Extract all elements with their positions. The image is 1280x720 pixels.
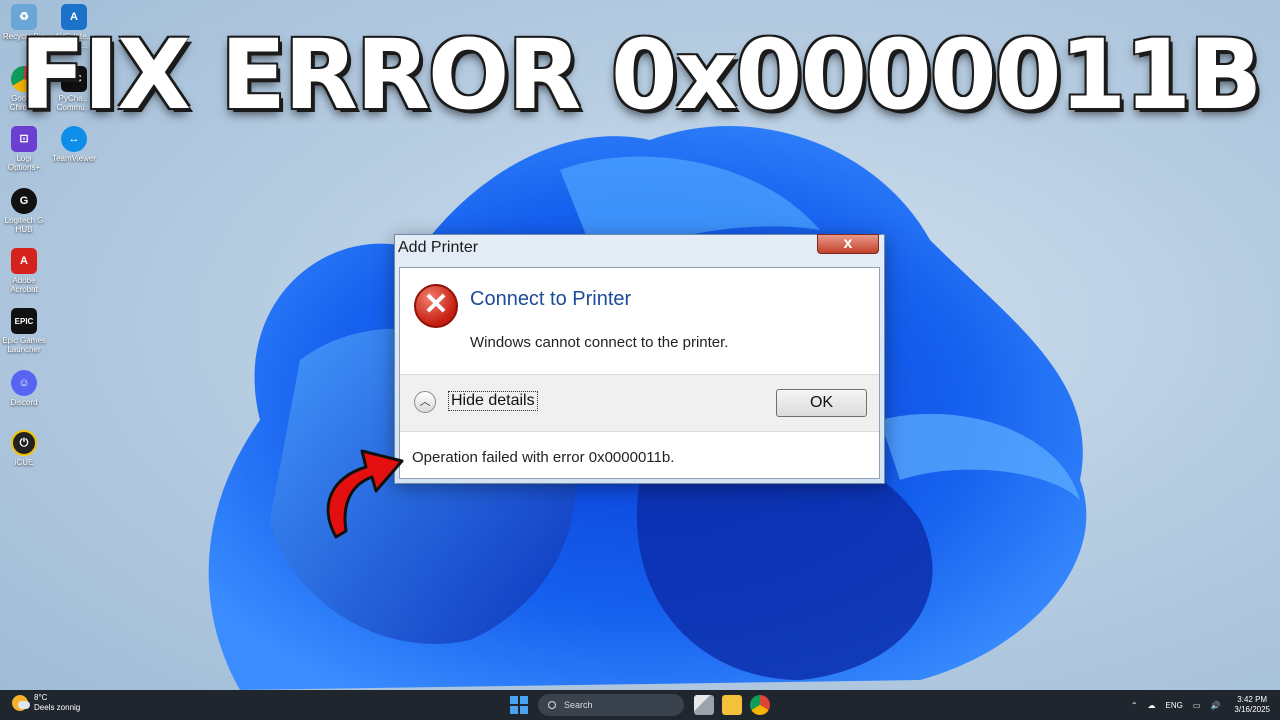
- close-button[interactable]: x: [817, 234, 879, 254]
- desktop-icon-logitech-ghub[interactable]: G Logitech G HUB: [0, 188, 48, 234]
- discord-icon: ☺: [11, 370, 37, 396]
- clock[interactable]: 3:42 PM 3/16/2025: [1234, 695, 1270, 715]
- epic-games-icon: EPIC: [11, 308, 37, 334]
- desktop-icon-teamviewer[interactable]: ↔ TeamViewer: [50, 126, 98, 163]
- chevron-up-icon[interactable]: ︿: [414, 391, 436, 413]
- desktop-icon-discord[interactable]: ☺ Discord: [0, 370, 48, 407]
- search-placeholder: Search: [564, 700, 593, 710]
- taskbar-center: Search: [510, 693, 778, 717]
- error-detail-text: Operation failed with error 0x0000011b.: [412, 449, 675, 466]
- weather-widget[interactable]: 8°C Deels zonnig: [12, 693, 80, 713]
- dialog-heading: Connect to Printer: [470, 288, 632, 310]
- desktop-icon-icue[interactable]: ⏻ iCUE: [0, 430, 48, 467]
- dialog-title: Add Printer: [398, 239, 479, 256]
- hide-details-toggle[interactable]: Hide details: [448, 391, 538, 411]
- icue-icon: ⏻: [11, 430, 37, 456]
- desktop-icon-logi-options[interactable]: ⊡ Logi Options+: [0, 126, 48, 172]
- clock-date: 3/16/2025: [1234, 705, 1270, 714]
- network-icon[interactable]: ▭: [1193, 701, 1201, 710]
- add-printer-dialog: Add Printer x ✕ Connect to Printer Windo…: [394, 234, 885, 484]
- file-explorer-icon[interactable]: [722, 695, 742, 715]
- chevron-up-tray-icon[interactable]: ⌃: [1131, 701, 1138, 710]
- desktop-icon-acrobat[interactable]: A Adobe Acrobat: [0, 248, 48, 294]
- acrobat-icon: A: [11, 248, 37, 274]
- weather-temp: 8°C: [34, 693, 48, 702]
- system-tray: ⌃ ☁ ENG ▭ 🔊 3:42 PM 3/16/2025: [1121, 690, 1270, 720]
- windows-start-icon[interactable]: [510, 696, 528, 714]
- desktop-icon-epic-games[interactable]: EPIC Epic Games Launcher: [0, 308, 48, 354]
- clock-time: 3:42 PM: [1237, 695, 1268, 704]
- dialog-message: Windows cannot connect to the printer.: [470, 334, 729, 351]
- ok-button[interactable]: OK: [776, 389, 867, 417]
- task-view-icon[interactable]: [694, 695, 714, 715]
- language-indicator[interactable]: ENG: [1166, 701, 1183, 710]
- red-arrow-icon: [326, 449, 404, 539]
- search-icon: [548, 701, 556, 709]
- taskbar: 8°C Deels zonnig Search ⌃ ☁ ENG ▭ 🔊 3:42…: [0, 690, 1280, 720]
- taskbar-search[interactable]: Search: [538, 694, 684, 716]
- volume-icon[interactable]: 🔊: [1210, 701, 1220, 710]
- partly-sunny-icon: [12, 695, 30, 711]
- dialog-button-row: ︿ Hide details OK: [400, 374, 879, 432]
- error-icon: ✕: [414, 284, 458, 328]
- chrome-taskbar-icon[interactable]: [750, 695, 770, 715]
- logitech-ghub-icon: G: [11, 188, 37, 214]
- dialog-body: ✕ Connect to Printer Windows cannot conn…: [399, 267, 880, 479]
- onedrive-icon[interactable]: ☁: [1148, 701, 1156, 710]
- headline-title: FIX ERROR 0x0000011B: [19, 19, 1263, 131]
- weather-desc: Deels zonnig: [34, 703, 81, 712]
